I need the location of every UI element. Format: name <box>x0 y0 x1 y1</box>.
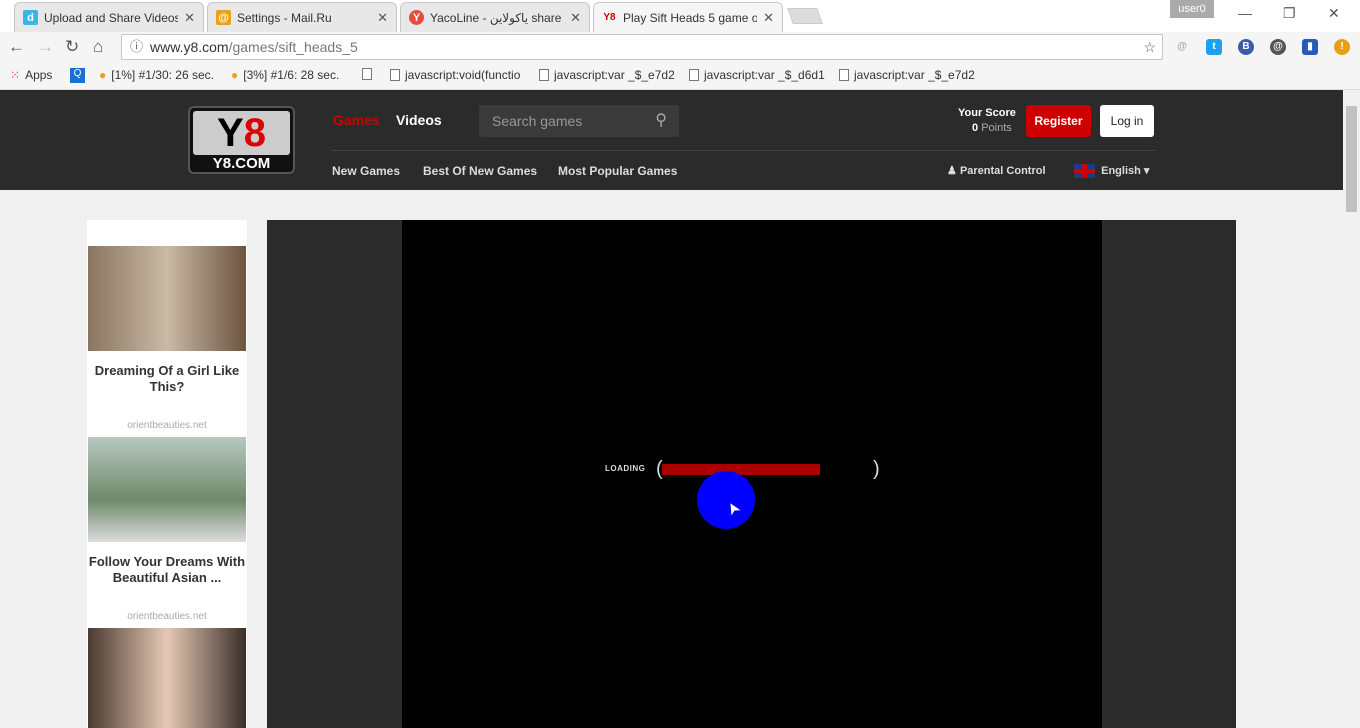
apps-grid-icon: ⁙ <box>10 68 21 82</box>
circle-ext-icon[interactable]: @ <box>1270 39 1286 55</box>
search-icon: Q <box>70 68 85 83</box>
new-tab-button[interactable] <box>787 8 823 24</box>
ad-title[interactable]: Dreaming Of a Girl Like This? <box>88 363 246 395</box>
y8-icon: Y8 <box>603 12 616 23</box>
search-input[interactable]: Search games ⚲ <box>479 105 679 137</box>
nav-videos[interactable]: Videos <box>396 112 442 128</box>
score-value: 0 <box>972 122 979 134</box>
bookmark-search[interactable]: Q <box>70 68 85 83</box>
bookmark-3[interactable] <box>362 68 372 80</box>
loading-progress-bar <box>662 464 873 475</box>
b-ext-icon[interactable]: B <box>1238 39 1254 55</box>
url-host: www.y8.com <box>150 39 229 55</box>
tab-title: Upload and Share Videos <box>44 10 179 25</box>
y8-logo[interactable]: Y8 Y8.COM <box>188 106 295 174</box>
twitter-ext-icon[interactable]: t <box>1206 39 1222 55</box>
header-divider <box>332 150 1155 151</box>
forward-icon[interactable]: → <box>37 37 54 57</box>
close-icon[interactable]: ✕ <box>763 10 774 26</box>
bookmark-label: javascript:var _$_d6d1 <box>704 68 825 82</box>
bookmark-label: javascript:void(functio <box>405 68 521 82</box>
bookmark-5[interactable]: javascript:var _$_e7d2 <box>539 68 675 82</box>
parental-label: Parental Control <box>959 165 1046 177</box>
bookmarks-bar: ⁙ Apps Q ● [1%] #1/30: 26 sec. ● [3%] #1/6:… <box>0 62 1360 90</box>
info-icon: ⓘ <box>130 39 144 54</box>
tab-sift-heads[interactable]: Y8 Play Sift Heads 5 game o ✕ <box>593 2 783 32</box>
reload-icon[interactable]: ↻ <box>65 37 79 57</box>
bookmark-label: Apps <box>25 68 53 82</box>
logo-text: Y8.COM <box>212 155 271 172</box>
bookmark-1[interactable]: ● [1%] #1/30: 26 sec. <box>99 68 214 82</box>
tab-title: Settings - Mail.Ru <box>237 10 332 25</box>
browser-toolbar: ← → ↻ ⌂ ⓘ www.y8.com/games/sift_heads_5 ☆ <box>0 32 1360 62</box>
nav-games[interactable]: Games <box>333 112 380 128</box>
tab-strip: d Upload and Share Videos ✕ @ Settings - Ma… <box>0 0 1360 32</box>
close-icon[interactable]: ✕ <box>184 10 195 26</box>
ad-image[interactable] <box>88 628 246 728</box>
register-button[interactable]: Register <box>1026 105 1091 137</box>
dailymotion-icon: d <box>23 10 38 25</box>
search-placeholder: Search games <box>492 113 583 129</box>
mail-ext-icon[interactable]: @ <box>1174 39 1190 55</box>
page-icon <box>362 68 372 80</box>
close-icon[interactable]: ✕ <box>377 10 388 26</box>
home-icon[interactable]: ⌂ <box>93 37 103 57</box>
subnav-best-new[interactable]: Best Of New Games <box>423 164 537 178</box>
bookmark-label: javascript:var _$_e7d2 <box>554 68 675 82</box>
bookmark-star-icon[interactable]: ☆ <box>1143 35 1156 59</box>
bookmark-label: javascript:var _$_e7d2 <box>854 68 975 82</box>
bookmark-7[interactable]: javascript:var _$_e7d2 <box>839 68 975 82</box>
bookmark-2[interactable]: ● [3%] #1/6: 28 sec. <box>231 68 339 82</box>
page-icon <box>839 69 849 81</box>
uk-flag-icon <box>1074 164 1095 179</box>
subnav-most-popular[interactable]: Most Popular Games <box>558 164 677 178</box>
page-icon <box>390 69 400 81</box>
bookmark-4[interactable]: javascript:void(functio <box>390 68 520 82</box>
bookmark-apps[interactable]: ⁙ Apps <box>10 68 52 82</box>
loading-progress-fill <box>662 464 821 475</box>
page-icon <box>689 69 699 81</box>
yacoline-icon: Y <box>409 10 424 25</box>
parental-icon: ♟ <box>947 165 957 177</box>
loading-label: LOADING <box>605 464 646 473</box>
search-icon[interactable]: ⚲ <box>655 110 667 130</box>
language-label: English <box>1101 165 1141 177</box>
ad-title[interactable]: Follow Your Dreams With Beautiful Asian … <box>88 554 246 586</box>
sync-icon: ● <box>231 68 239 82</box>
alert-ext-icon[interactable]: ! <box>1334 39 1350 55</box>
url-path: /games/sift_heads_5 <box>228 39 358 55</box>
scrollbar-thumb[interactable] <box>1346 106 1357 212</box>
bookmark-label: [3%] #1/6: 28 sec. <box>243 68 340 82</box>
bracket-right: ) <box>873 458 880 480</box>
minimize-icon[interactable]: — <box>1238 5 1252 21</box>
score-label: Your Score <box>958 107 1016 119</box>
mailru-icon: @ <box>216 10 231 25</box>
score-unit: Points <box>981 122 1012 134</box>
tab-title: YacoLine - ياكولاين share <box>430 10 562 25</box>
login-button[interactable]: Log in <box>1100 105 1154 137</box>
close-window-icon[interactable]: ✕ <box>1328 5 1340 22</box>
ad-image[interactable] <box>88 246 246 351</box>
back-icon[interactable]: ← <box>8 37 25 57</box>
sync-icon: ● <box>99 68 107 82</box>
tab-yacoline[interactable]: Y YacoLine - ياكولاين share ✕ <box>400 2 590 32</box>
bookmark-label: [1%] #1/30: 26 sec. <box>111 68 214 82</box>
bookmark-ext-icon[interactable]: ▮ <box>1302 39 1318 55</box>
ad-image[interactable] <box>88 437 246 542</box>
ad-source: orientbeauties.net <box>127 611 207 622</box>
tab-title: Play Sift Heads 5 game o <box>623 10 758 25</box>
address-bar[interactable]: ⓘ www.y8.com/games/sift_heads_5 ☆ <box>121 34 1163 60</box>
parental-control-link[interactable]: ♟ Parental Control <box>947 164 1046 177</box>
restore-icon[interactable]: ❐ <box>1283 5 1296 22</box>
bookmark-6[interactable]: javascript:var _$_d6d1 <box>689 68 825 82</box>
profile-badge[interactable]: user0 <box>1170 0 1214 18</box>
tab-mailru[interactable]: @ Settings - Mail.Ru ✕ <box>207 2 397 32</box>
ad-source: orientbeauties.net <box>127 420 207 431</box>
close-icon[interactable]: ✕ <box>570 10 581 26</box>
page-icon <box>539 69 549 81</box>
tab-upload-share[interactable]: d Upload and Share Videos ✕ <box>14 2 204 32</box>
cursor-highlight <box>697 471 755 529</box>
language-select[interactable]: English ▾ <box>1074 164 1149 179</box>
subnav-new-games[interactable]: New Games <box>332 164 400 178</box>
